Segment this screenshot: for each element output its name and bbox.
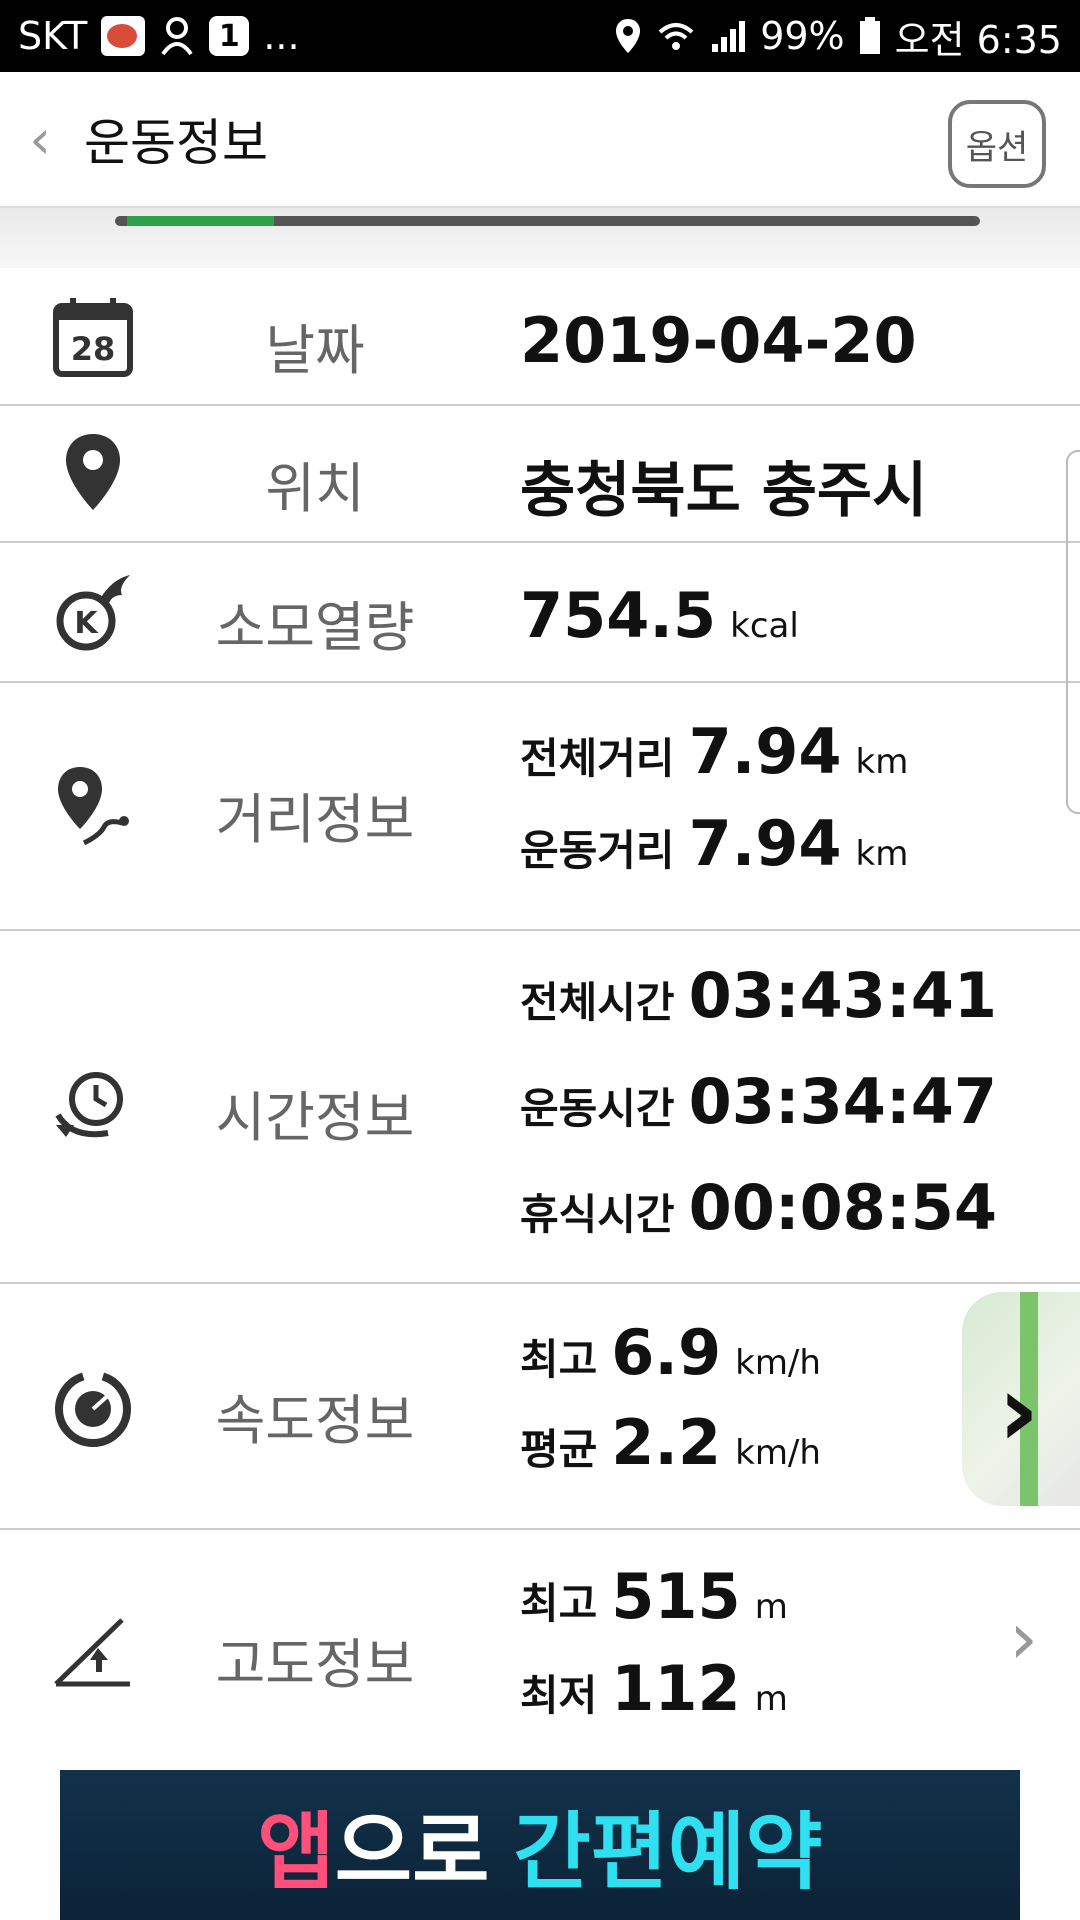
location-label: 위치 bbox=[265, 457, 365, 520]
calendar-day: 28 bbox=[71, 330, 116, 368]
avg-speed-value: 2.2 bbox=[611, 1406, 722, 1479]
row-calories: K 소모열량 754.5 kcal bbox=[0, 543, 1080, 683]
altitude-icon bbox=[54, 1618, 130, 1687]
banner-text-booking: 간편예약 bbox=[513, 1802, 823, 1901]
altitude-label: 고도정보 bbox=[215, 1633, 415, 1696]
options-button[interactable]: 옵션 bbox=[948, 100, 1046, 188]
min-altitude-label: 최저 bbox=[520, 1671, 598, 1720]
avg-speed-label: 평균 bbox=[520, 1425, 598, 1474]
avg-speed-unit: km/h bbox=[735, 1433, 821, 1473]
scroll-handle[interactable] bbox=[1066, 450, 1080, 814]
tab-strip bbox=[0, 208, 1080, 268]
total-distance-value: 7.94 bbox=[688, 715, 842, 788]
row-speed: 속도정보 최고 6.9 km/h 평균 2.2 km/h bbox=[0, 1284, 1080, 1530]
clock-time: 오전 6:35 bbox=[894, 17, 1062, 62]
rest-time-value: 00:08:54 bbox=[688, 1171, 997, 1244]
row-time: 시간정보 전체시간 03:43:41 운동시간 03:34:47 휴식시간 00… bbox=[0, 931, 1080, 1284]
location-value: 충청북도 충주시 bbox=[520, 456, 928, 526]
carrier-label: SKT bbox=[18, 14, 88, 58]
date-label: 날짜 bbox=[265, 319, 365, 382]
calendar-icon: 28 bbox=[53, 298, 133, 377]
rest-time-label: 휴식시간 bbox=[520, 1190, 675, 1239]
banner-text-with: 으로 bbox=[334, 1802, 490, 1901]
total-time-label: 전체시간 bbox=[520, 978, 675, 1027]
location-icon bbox=[616, 19, 641, 53]
exercise-distance-value: 7.94 bbox=[688, 807, 842, 880]
max-altitude-label: 최고 bbox=[520, 1579, 598, 1628]
max-altitude-value: 515 bbox=[611, 1560, 741, 1633]
row-distance: 거리정보 전체거리 7.94 km 운동거리 7.94 km bbox=[0, 683, 1080, 931]
distance-route-icon bbox=[58, 767, 129, 846]
notification-badge: 1 bbox=[209, 16, 250, 56]
signal-icon bbox=[712, 21, 746, 52]
max-altitude-unit: m bbox=[754, 1587, 788, 1627]
exercise-time-label: 운동시간 bbox=[520, 1084, 675, 1133]
status-bar: SKT 1 ... 99% 오전 6:35 bbox=[0, 0, 1080, 72]
row-location: 위치 충청북도 충주시 bbox=[0, 406, 1080, 543]
wifi-icon bbox=[658, 23, 694, 50]
distance-label: 거리정보 bbox=[215, 788, 415, 851]
calories-unit: kcal bbox=[730, 606, 799, 646]
map-thumbnail-button[interactable]: › bbox=[962, 1292, 1080, 1506]
tab-progress-bar[interactable] bbox=[115, 216, 980, 226]
total-distance-label: 전체거리 bbox=[520, 734, 675, 783]
page-title: 운동정보 bbox=[84, 114, 268, 172]
altitude-chevron-icon[interactable]: › bbox=[1009, 1596, 1038, 1680]
svg-text:K: K bbox=[74, 606, 99, 641]
max-speed-label: 최고 bbox=[520, 1335, 598, 1384]
exercise-distance-label: 운동거리 bbox=[520, 826, 675, 875]
calories-label: 소모열량 bbox=[215, 596, 415, 659]
chevron-right-icon: › bbox=[998, 1352, 1040, 1469]
person-icon bbox=[161, 17, 193, 56]
min-altitude-value: 112 bbox=[611, 1652, 741, 1725]
max-speed-value: 6.9 bbox=[611, 1316, 722, 1389]
min-altitude-unit: m bbox=[754, 1679, 788, 1719]
back-button[interactable]: ‹ bbox=[10, 108, 70, 171]
banner-text-app: 앱 bbox=[257, 1802, 335, 1901]
app-shoe-icon bbox=[101, 16, 146, 56]
battery-icon bbox=[859, 17, 880, 54]
app-header: ‹ 운동정보 옵션 bbox=[0, 72, 1080, 208]
row-altitude[interactable]: 고도정보 최고 515 m 최저 112 m › bbox=[0, 1530, 1080, 1770]
total-time-value: 03:43:41 bbox=[688, 959, 997, 1032]
tab-progress-active bbox=[127, 216, 275, 226]
max-speed-unit: km/h bbox=[735, 1343, 821, 1383]
date-value: 2019-04-20 bbox=[520, 304, 917, 377]
ad-banner[interactable]: 앱 으로 간편예약 bbox=[60, 1770, 1020, 1920]
calorie-flame-icon: K bbox=[56, 575, 130, 651]
clock-icon bbox=[55, 1072, 123, 1138]
speed-label: 속도정보 bbox=[215, 1389, 415, 1452]
row-date: 28 날짜 2019-04-20 bbox=[0, 268, 1080, 406]
exercise-time-value: 03:34:47 bbox=[688, 1065, 997, 1138]
calories-value: 754.5 bbox=[520, 579, 717, 652]
battery-percent: 99% bbox=[760, 14, 845, 58]
exercise-distance-unit: km bbox=[855, 834, 909, 874]
total-distance-unit: km bbox=[855, 742, 909, 782]
time-label: 시간정보 bbox=[215, 1086, 415, 1149]
location-pin-icon bbox=[66, 434, 120, 510]
speedometer-icon bbox=[55, 1371, 131, 1447]
more-notifications: ... bbox=[263, 14, 300, 58]
